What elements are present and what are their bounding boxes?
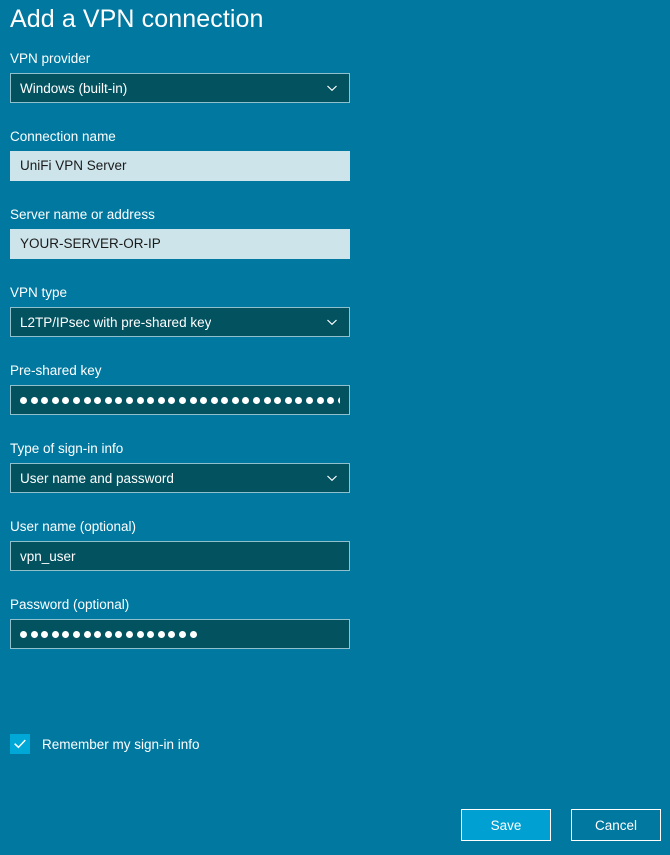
field-vpn-provider: VPN provider Windows (built-in) xyxy=(10,50,350,103)
sign-in-type-value: User name and password xyxy=(20,470,174,486)
vpn-type-label: VPN type xyxy=(10,285,68,300)
connection-name-input[interactable]: UniFi VPN Server xyxy=(10,151,350,181)
password-input[interactable] xyxy=(10,619,350,649)
save-button[interactable]: Save xyxy=(461,809,551,841)
field-server-address: Server name or address YOUR-SERVER-OR-IP xyxy=(10,206,350,259)
password-masked-value xyxy=(20,620,197,648)
vpn-provider-label: VPN provider xyxy=(10,51,91,66)
checkmark-icon xyxy=(14,739,26,749)
pre-shared-key-masked-value xyxy=(20,386,340,414)
page-title: Add a VPN connection xyxy=(10,5,264,33)
field-pre-shared-key: Pre-shared key xyxy=(10,362,350,415)
server-address-input[interactable]: YOUR-SERVER-OR-IP xyxy=(10,229,350,259)
chevron-down-icon xyxy=(326,82,338,94)
dialog-actions: Save Cancel xyxy=(461,809,661,841)
sign-in-type-dropdown[interactable]: User name and password xyxy=(10,463,350,493)
vpn-type-dropdown[interactable]: L2TP/IPsec with pre-shared key xyxy=(10,307,350,337)
user-name-input[interactable]: vpn_user xyxy=(10,541,350,571)
chevron-down-icon xyxy=(326,316,338,328)
chevron-down-icon xyxy=(326,472,338,484)
user-name-label: User name (optional) xyxy=(10,519,137,534)
connection-name-label: Connection name xyxy=(10,129,116,144)
vpn-provider-value: Windows (built-in) xyxy=(20,80,128,96)
field-password: Password (optional) xyxy=(10,596,350,649)
field-connection-name: Connection name UniFi VPN Server xyxy=(10,128,350,181)
vpn-provider-dropdown[interactable]: Windows (built-in) xyxy=(10,73,350,103)
field-sign-in-type: Type of sign-in info User name and passw… xyxy=(10,440,350,493)
cancel-button[interactable]: Cancel xyxy=(571,809,661,841)
sign-in-type-label: Type of sign-in info xyxy=(10,441,124,456)
field-vpn-type: VPN type L2TP/IPsec with pre-shared key xyxy=(10,284,350,337)
vpn-type-value: L2TP/IPsec with pre-shared key xyxy=(20,314,212,330)
pre-shared-key-label: Pre-shared key xyxy=(10,363,102,378)
add-vpn-connection-dialog: Add a VPN connection VPN provider Window… xyxy=(0,0,670,855)
server-address-label: Server name or address xyxy=(10,207,155,222)
field-user-name: User name (optional) vpn_user xyxy=(10,518,350,571)
password-label: Password (optional) xyxy=(10,597,130,612)
remember-signin-checkbox-row[interactable]: Remember my sign-in info xyxy=(10,734,200,754)
remember-signin-checkbox[interactable] xyxy=(10,734,30,754)
vpn-settings-form: VPN provider Windows (built-in) Connecti… xyxy=(10,50,350,649)
pre-shared-key-input[interactable] xyxy=(10,385,350,415)
remember-signin-label: Remember my sign-in info xyxy=(42,736,200,752)
